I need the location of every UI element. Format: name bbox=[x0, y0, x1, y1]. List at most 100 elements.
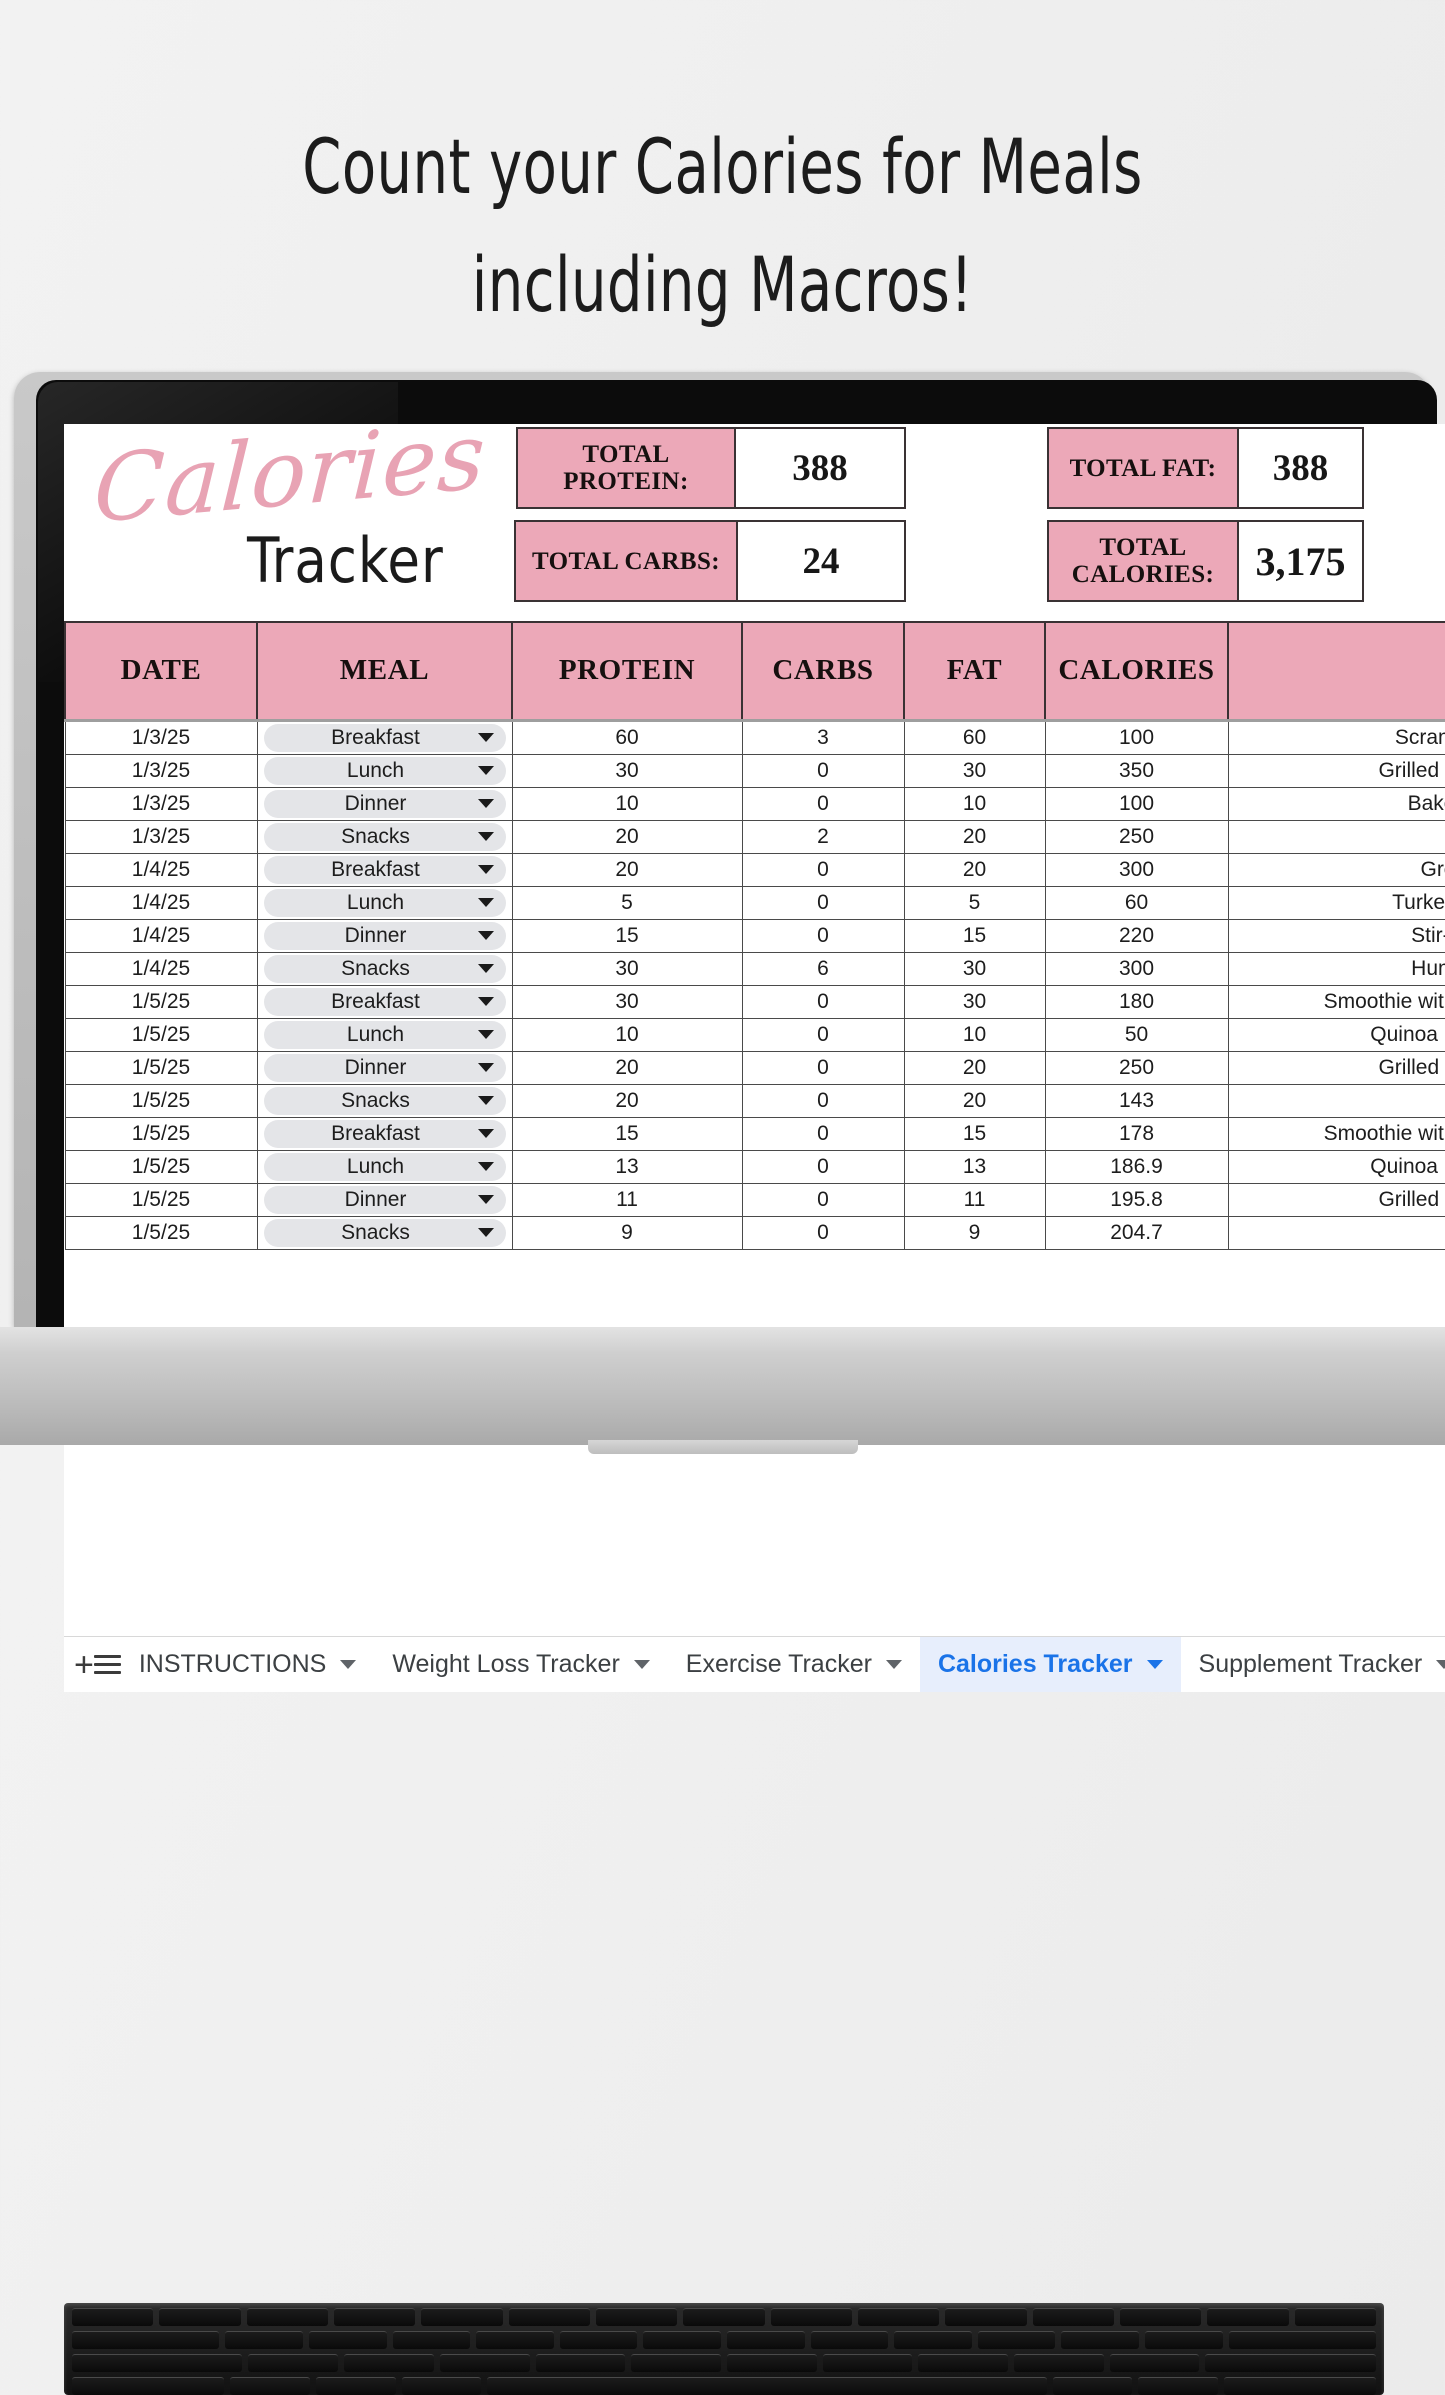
cell-protein[interactable]: 11 bbox=[511, 1182, 743, 1217]
cell-protein[interactable]: 20 bbox=[511, 1083, 743, 1118]
meal-dropdown[interactable]: Snacks bbox=[256, 1215, 513, 1250]
column-header-protein[interactable]: PROTEIN bbox=[511, 621, 743, 721]
cell-date[interactable]: 1/3/25 bbox=[64, 718, 258, 755]
cell-protein[interactable]: 15 bbox=[511, 1116, 743, 1151]
meal-dropdown[interactable]: Dinner bbox=[256, 1182, 513, 1217]
cell-protein[interactable]: 13 bbox=[511, 1149, 743, 1184]
cell-protein[interactable]: 30 bbox=[511, 753, 743, 788]
cell-carbs[interactable]: 0 bbox=[741, 1050, 905, 1085]
meal-dropdown[interactable]: Breakfast bbox=[256, 852, 513, 887]
cell-carbs[interactable]: 3 bbox=[741, 718, 905, 755]
total-calories-value[interactable]: 3,175 bbox=[1239, 522, 1362, 600]
cell-date[interactable]: 1/3/25 bbox=[64, 819, 258, 854]
cell-carbs[interactable]: 0 bbox=[741, 1017, 905, 1052]
cell-fat[interactable]: 20 bbox=[903, 1083, 1046, 1118]
all-sheets-button[interactable] bbox=[93, 1642, 121, 1688]
cell-date[interactable]: 1/4/25 bbox=[64, 885, 258, 920]
cell-carbs[interactable]: 0 bbox=[741, 786, 905, 821]
cell-date[interactable]: 1/5/25 bbox=[64, 1215, 258, 1250]
cell-calories[interactable]: 350 bbox=[1044, 753, 1229, 788]
cell-protein[interactable]: 30 bbox=[511, 951, 743, 986]
cell-date[interactable]: 1/5/25 bbox=[64, 1017, 258, 1052]
cell-protein[interactable]: 20 bbox=[511, 819, 743, 854]
cell-carbs[interactable]: 0 bbox=[741, 984, 905, 1019]
cell-calories[interactable]: 143 bbox=[1044, 1083, 1229, 1118]
cell-notes[interactable]: Grilled c bbox=[1227, 753, 1445, 788]
meal-dropdown[interactable]: Breakfast bbox=[256, 1116, 513, 1151]
cell-carbs[interactable]: 0 bbox=[741, 918, 905, 953]
cell-protein[interactable]: 20 bbox=[511, 852, 743, 887]
cell-carbs[interactable]: 0 bbox=[741, 1083, 905, 1118]
sheet-tab-supplement-tracker[interactable]: Supplement Tracker bbox=[1181, 1637, 1445, 1693]
cell-date[interactable]: 1/4/25 bbox=[64, 918, 258, 953]
cell-carbs[interactable]: 0 bbox=[741, 852, 905, 887]
cell-protein[interactable]: 60 bbox=[511, 718, 743, 755]
cell-fat[interactable]: 15 bbox=[903, 1116, 1046, 1151]
cell-calories[interactable]: 300 bbox=[1044, 852, 1229, 887]
cell-calories[interactable]: 60 bbox=[1044, 885, 1229, 920]
meal-dropdown[interactable]: Breakfast bbox=[256, 718, 513, 755]
column-header-fat[interactable]: FAT bbox=[903, 621, 1046, 721]
cell-date[interactable]: 1/5/25 bbox=[64, 1050, 258, 1085]
column-header-date[interactable]: DATE bbox=[64, 621, 258, 721]
cell-calories[interactable]: 195.8 bbox=[1044, 1182, 1229, 1217]
cell-protein[interactable]: 9 bbox=[511, 1215, 743, 1250]
cell-calories[interactable]: 250 bbox=[1044, 1050, 1229, 1085]
cell-date[interactable]: 1/5/25 bbox=[64, 1116, 258, 1151]
cell-calories[interactable]: 178 bbox=[1044, 1116, 1229, 1151]
total-protein-value[interactable]: 388 bbox=[736, 429, 904, 507]
cell-date[interactable]: 1/3/25 bbox=[64, 786, 258, 821]
cell-carbs[interactable]: 6 bbox=[741, 951, 905, 986]
cell-calories[interactable]: 300 bbox=[1044, 951, 1229, 986]
cell-fat[interactable]: 20 bbox=[903, 1050, 1046, 1085]
cell-notes[interactable]: Gre bbox=[1227, 852, 1445, 887]
column-header-meal[interactable]: MEAL bbox=[256, 621, 513, 721]
sheet-tab-exercise-tracker[interactable]: Exercise Tracker bbox=[668, 1637, 920, 1693]
cell-fat[interactable]: 30 bbox=[903, 753, 1046, 788]
meal-dropdown[interactable]: Dinner bbox=[256, 1050, 513, 1085]
cell-notes[interactable]: Scram bbox=[1227, 718, 1445, 755]
cell-fat[interactable]: 15 bbox=[903, 918, 1046, 953]
column-header-notes[interactable] bbox=[1227, 621, 1445, 721]
cell-notes[interactable]: Hum bbox=[1227, 951, 1445, 986]
cell-date[interactable]: 1/5/25 bbox=[64, 1182, 258, 1217]
cell-protein[interactable]: 30 bbox=[511, 984, 743, 1019]
cell-notes[interactable]: Smoothie with bbox=[1227, 984, 1445, 1019]
cell-notes[interactable]: Turkey bbox=[1227, 885, 1445, 920]
cell-fat[interactable]: 5 bbox=[903, 885, 1046, 920]
cell-notes[interactable] bbox=[1227, 1083, 1445, 1118]
meal-dropdown[interactable]: Breakfast bbox=[256, 984, 513, 1019]
cell-date[interactable]: 1/4/25 bbox=[64, 951, 258, 986]
cell-date[interactable]: 1/5/25 bbox=[64, 1149, 258, 1184]
cell-protein[interactable]: 5 bbox=[511, 885, 743, 920]
meal-dropdown[interactable]: Dinner bbox=[256, 786, 513, 821]
cell-calories[interactable]: 204.7 bbox=[1044, 1215, 1229, 1250]
cell-calories[interactable]: 50 bbox=[1044, 1017, 1229, 1052]
cell-notes[interactable]: Quinoa b bbox=[1227, 1017, 1445, 1052]
cell-fat[interactable]: 30 bbox=[903, 984, 1046, 1019]
cell-fat[interactable]: 60 bbox=[903, 718, 1046, 755]
meal-dropdown[interactable]: Dinner bbox=[256, 918, 513, 953]
cell-carbs[interactable]: 2 bbox=[741, 819, 905, 854]
cell-carbs[interactable]: 0 bbox=[741, 1116, 905, 1151]
meal-dropdown[interactable]: Lunch bbox=[256, 1017, 513, 1052]
cell-protein[interactable]: 10 bbox=[511, 786, 743, 821]
cell-date[interactable]: 1/3/25 bbox=[64, 753, 258, 788]
total-fat-value[interactable]: 388 bbox=[1239, 429, 1362, 507]
cell-calories[interactable]: 250 bbox=[1044, 819, 1229, 854]
sheet-tab-weight-loss-tracker[interactable]: Weight Loss Tracker bbox=[374, 1637, 667, 1693]
cell-notes[interactable]: Stir-f bbox=[1227, 918, 1445, 953]
cell-fat[interactable]: 30 bbox=[903, 951, 1046, 986]
cell-fat[interactable]: 13 bbox=[903, 1149, 1046, 1184]
column-header-carbs[interactable]: CARBS bbox=[741, 621, 905, 721]
cell-carbs[interactable]: 0 bbox=[741, 885, 905, 920]
cell-notes[interactable]: Smoothie with bbox=[1227, 1116, 1445, 1151]
cell-fat[interactable]: 20 bbox=[903, 852, 1046, 887]
cell-fat[interactable]: 10 bbox=[903, 786, 1046, 821]
cell-calories[interactable]: 100 bbox=[1044, 786, 1229, 821]
cell-fat[interactable]: 9 bbox=[903, 1215, 1046, 1250]
cell-protein[interactable]: 10 bbox=[511, 1017, 743, 1052]
cell-calories[interactable]: 100 bbox=[1044, 718, 1229, 755]
cell-date[interactable]: 1/5/25 bbox=[64, 1083, 258, 1118]
meal-dropdown[interactable]: Snacks bbox=[256, 819, 513, 854]
